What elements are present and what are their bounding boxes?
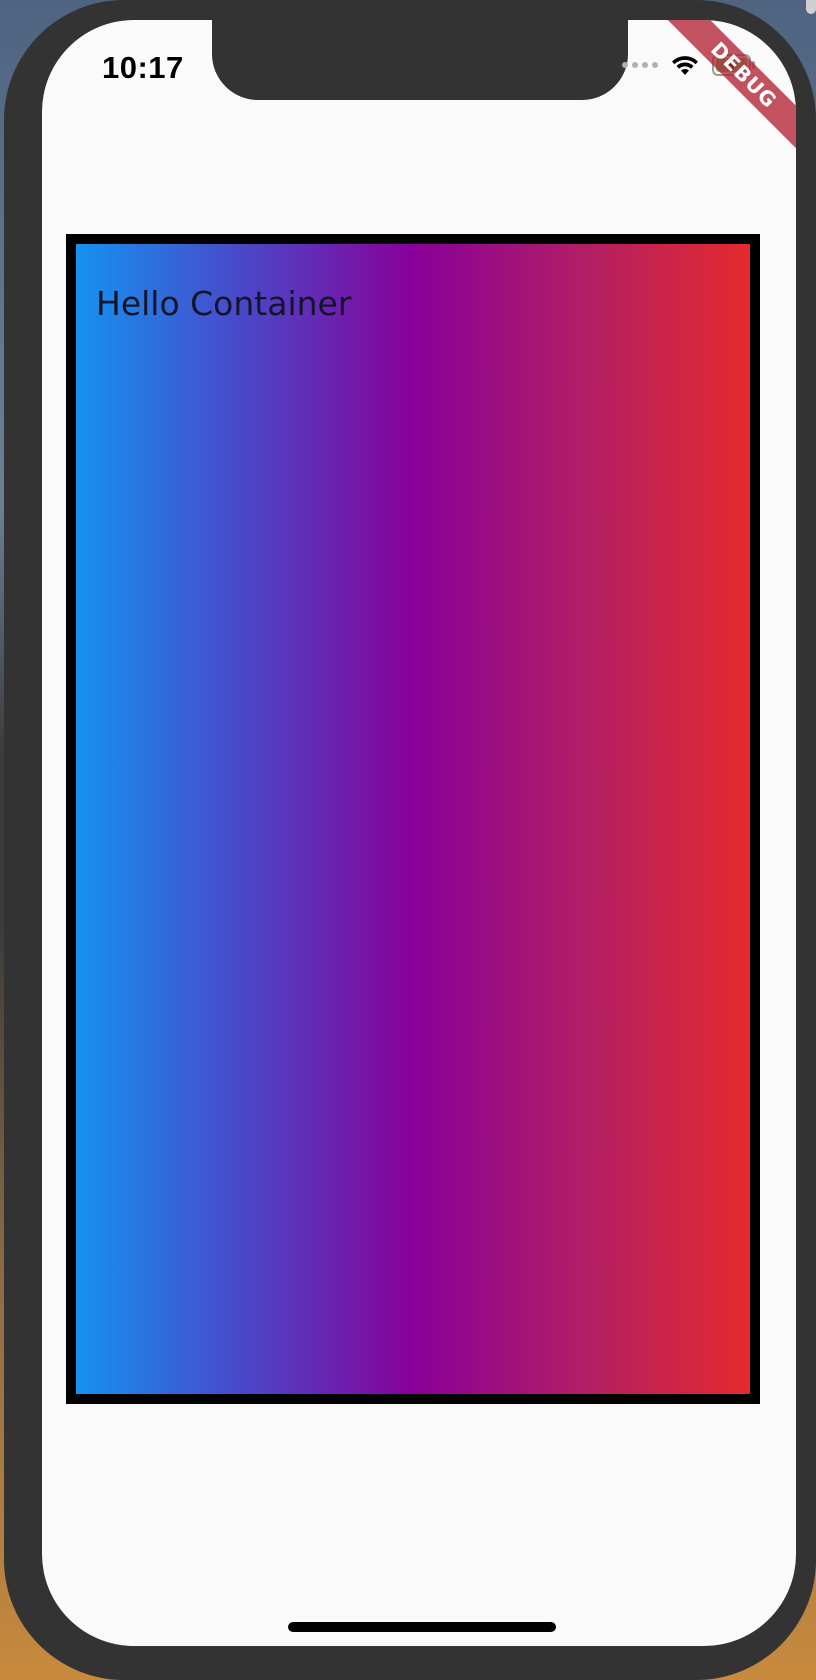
device-notch [212, 20, 628, 100]
status-bar-time: 10:17 [102, 50, 184, 85]
phone-simulator-frame: 10:17 DEBUG Hello Container [4, 0, 816, 1680]
home-indicator[interactable] [288, 1622, 556, 1632]
simulator-corner-control [806, 0, 816, 14]
wifi-icon [672, 56, 698, 75]
debug-banner: DEBUG [655, 20, 796, 164]
cellular-signal-icon [622, 62, 658, 68]
app-screen: 10:17 DEBUG Hello Container [42, 20, 796, 1646]
gradient-container: Hello Container [66, 234, 760, 1404]
container-text: Hello Container [96, 284, 352, 323]
